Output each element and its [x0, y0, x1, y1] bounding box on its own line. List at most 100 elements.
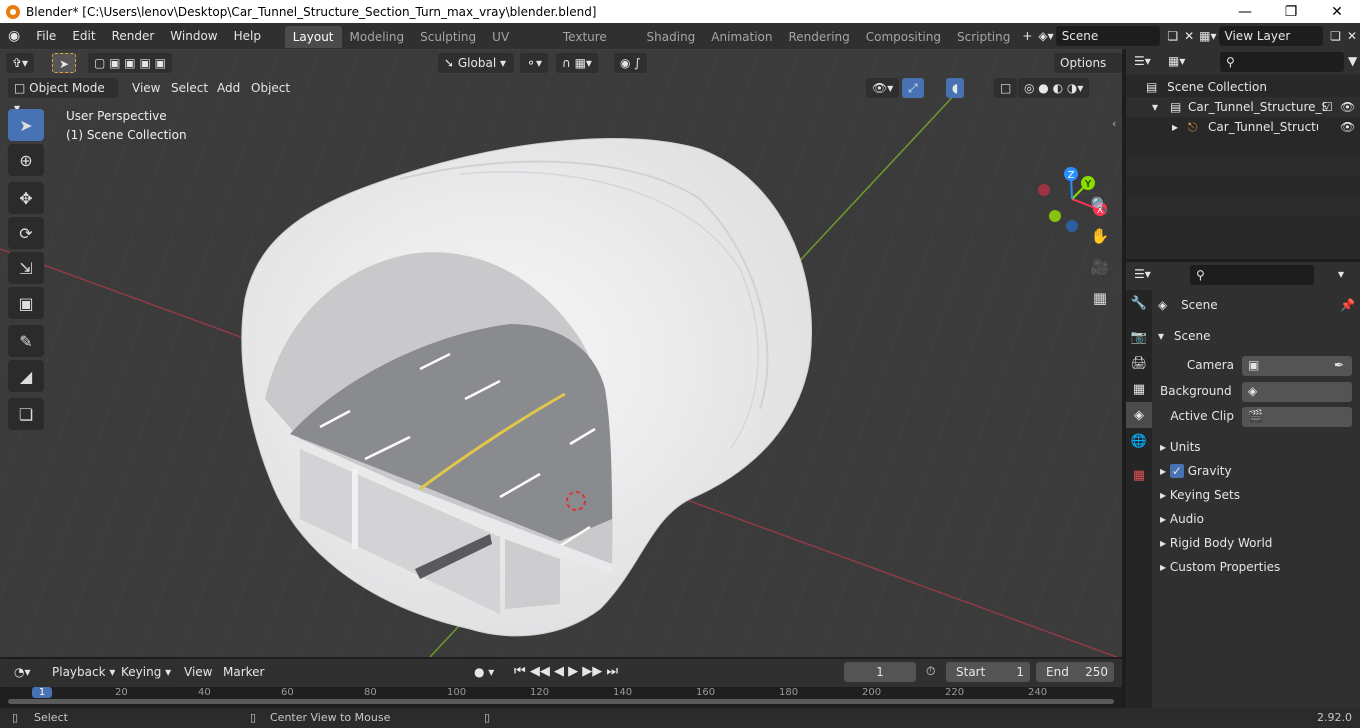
- outliner-row[interactable]: ▸ ⎋ Car_Tunnel_Structure 👁: [1126, 117, 1360, 137]
- add-workspace-icon[interactable]: +: [1018, 23, 1036, 49]
- viewlayer-icon[interactable]: ▦▾: [1197, 23, 1218, 49]
- frame-ruler[interactable]: 20 40 60 80 100 120 140 160 180 200 220 240 1: [0, 687, 1122, 708]
- tab-scripting[interactable]: Scripting: [949, 26, 1018, 48]
- properties-editor-icon[interactable]: ☰▾: [1134, 267, 1151, 281]
- scene-panel-header[interactable]: ▾ Scene: [1158, 325, 1210, 347]
- sidebar-toggle-icon[interactable]: ‹: [1112, 117, 1116, 130]
- shading-modes-icons[interactable]: ◎ ● ◐ ◑▾: [1018, 78, 1090, 98]
- snap-icon[interactable]: ∩ ▦▾: [556, 53, 598, 73]
- pan-hand-icon[interactable]: ✋: [1086, 222, 1114, 250]
- timeline-view-menu[interactable]: View: [184, 662, 212, 682]
- blender-menu-icon[interactable]: ◉: [0, 23, 28, 49]
- options-dropdown[interactable]: Options ▾: [1054, 53, 1122, 90]
- move-tool-icon[interactable]: ✥: [8, 182, 44, 214]
- tab-compositing[interactable]: Compositing: [858, 26, 949, 48]
- delete-scene-icon[interactable]: ✕: [1181, 23, 1197, 49]
- menu-edit[interactable]: Edit: [64, 23, 103, 49]
- tab-rendering[interactable]: Rendering: [780, 26, 857, 48]
- pivot-icon[interactable]: ⚬▾: [520, 53, 549, 73]
- playback-menu[interactable]: Playback ▾: [46, 662, 122, 682]
- eyedropper-icon[interactable]: ✒: [1334, 358, 1344, 372]
- outliner-search-input[interactable]: ⚲: [1220, 52, 1344, 72]
- cursor-tool-icon[interactable]: ⊕: [8, 144, 44, 176]
- timer-icon[interactable]: ⏱: [926, 664, 935, 679]
- ortho-grid-icon[interactable]: ▦: [1086, 284, 1114, 312]
- menu-render[interactable]: Render: [104, 23, 163, 49]
- overlay-toggle-icon[interactable]: ◖: [946, 78, 965, 98]
- scale-tool-icon[interactable]: ⇲: [8, 252, 44, 284]
- menu-window[interactable]: Window: [162, 23, 225, 49]
- timeline-editor-icon[interactable]: ◔▾: [8, 662, 37, 682]
- tab-texture-paint[interactable]: Texture Paint: [555, 26, 639, 66]
- viewport-menu-object[interactable]: Object: [251, 78, 290, 98]
- background-scene-field[interactable]: ◈: [1242, 382, 1352, 402]
- eye-icon[interactable]: 👁: [1340, 117, 1355, 137]
- outliner-row[interactable]: ▾ ▤ Car_Tunnel_Structure_Se ☑ 👁: [1126, 97, 1360, 117]
- select-box-icon[interactable]: ➤: [8, 109, 44, 141]
- current-frame-field[interactable]: 1: [844, 662, 916, 682]
- end-frame-field[interactable]: End 250: [1036, 662, 1114, 682]
- selection-mode-icons[interactable]: ▢ ▣ ▣ ▣ ▣: [88, 53, 172, 73]
- viewlayer-name-field[interactable]: View Layer: [1218, 26, 1324, 46]
- annotate-tool-icon[interactable]: ✎: [8, 325, 44, 357]
- gravity-checkbox-icon[interactable]: ✓: [1169, 464, 1184, 478]
- tab-layout[interactable]: Layout: [284, 26, 342, 48]
- editor-type-icon[interactable]: ✞▾: [6, 53, 35, 73]
- display-mode-icon[interactable]: ▦▾: [1168, 54, 1185, 68]
- new-viewlayer-icon[interactable]: ❏: [1327, 23, 1344, 49]
- playhead[interactable]: 1: [32, 687, 52, 698]
- record-icon[interactable]: ● ▾: [468, 662, 501, 682]
- expand-arrow-icon[interactable]: ▸: [1172, 117, 1178, 137]
- visibility-icon[interactable]: 👁▾: [866, 78, 900, 98]
- select-tool-icon[interactable]: ➤: [52, 53, 77, 73]
- gizmo-toggle-icon[interactable]: ⤢: [902, 78, 924, 98]
- keying-menu[interactable]: Keying ▾: [115, 662, 178, 682]
- measure-tool-icon[interactable]: ◢: [8, 360, 44, 392]
- viewport-menu-view[interactable]: View: [132, 78, 160, 98]
- properties-search-input[interactable]: ⚲: [1190, 265, 1314, 285]
- new-scene-icon[interactable]: ❏: [1164, 23, 1181, 49]
- pin-icon[interactable]: 📌: [1340, 298, 1355, 312]
- section-rigid-body-world[interactable]: ▸ Rigid Body World: [1160, 532, 1272, 554]
- tool-tab-icon[interactable]: 🔧: [1126, 290, 1152, 316]
- scene-name-field[interactable]: Scene: [1055, 26, 1161, 46]
- viewlayer-tab-icon[interactable]: ▦: [1126, 376, 1152, 402]
- tab-shading[interactable]: Shading: [639, 26, 704, 48]
- timeline-scrollbar[interactable]: [8, 699, 1114, 704]
- zoom-icon[interactable]: 🔍: [1086, 191, 1114, 219]
- start-frame-field[interactable]: Start 1: [946, 662, 1030, 682]
- tab-sculpting[interactable]: Sculpting: [412, 26, 484, 48]
- camera-view-icon[interactable]: 🎥: [1086, 253, 1114, 281]
- properties-options-icon[interactable]: ▾: [1338, 267, 1344, 281]
- playback-controls-icons[interactable]: ⏮ ◀◀ ◀ ▶ ▶▶ ⏭: [514, 662, 618, 682]
- section-units[interactable]: ▸ Units: [1160, 436, 1201, 458]
- outliner-root-row[interactable]: ▤ Scene Collection: [1146, 77, 1267, 97]
- output-tab-icon[interactable]: 🖨: [1126, 350, 1152, 376]
- menu-file[interactable]: File: [28, 23, 64, 49]
- checkbox-icon[interactable]: ☑: [1322, 97, 1333, 117]
- texture-tab-icon[interactable]: ▦: [1126, 462, 1152, 488]
- tab-uv-editing[interactable]: UV Editing: [484, 26, 555, 66]
- transform-orientation-dropdown[interactable]: ➘ Global ▾: [438, 53, 514, 73]
- active-clip-field[interactable]: 🎬: [1242, 407, 1352, 427]
- section-gravity[interactable]: ▸ ✓ Gravity: [1160, 460, 1232, 482]
- transform-tool-icon[interactable]: ▣: [8, 287, 44, 319]
- xray-icon[interactable]: □: [994, 78, 1018, 98]
- viewport-menu-select[interactable]: Select: [171, 78, 208, 98]
- add-cube-icon[interactable]: ❏: [8, 398, 44, 430]
- timeline-marker-menu[interactable]: Marker: [223, 662, 264, 682]
- tab-animation[interactable]: Animation: [703, 26, 780, 48]
- maximize-icon[interactable]: ❐: [1268, 4, 1314, 20]
- outliner-editor-icon[interactable]: ☰▾: [1134, 54, 1151, 68]
- camera-field[interactable]: ▣ ✒: [1242, 356, 1352, 376]
- section-keying-sets[interactable]: ▸ Keying Sets: [1160, 484, 1240, 506]
- rotate-tool-icon[interactable]: ⟳: [8, 217, 44, 249]
- 3d-viewport[interactable]: X Y Z ✞▾ ➤ ▢ ▣ ▣ ▣ ▣ ➘ Global ▾ ⚬▾ ∩ ▦▾ …: [0, 49, 1122, 657]
- minimize-icon[interactable]: —: [1222, 4, 1268, 20]
- scene-selector-icon[interactable]: ◈▾: [1036, 23, 1055, 49]
- eye-icon[interactable]: 👁: [1340, 97, 1355, 117]
- section-custom-properties[interactable]: ▸ Custom Properties: [1160, 556, 1280, 578]
- menu-help[interactable]: Help: [226, 23, 269, 49]
- scene-tab-icon[interactable]: ◈: [1126, 402, 1152, 428]
- mode-dropdown[interactable]: □ Object Mode ▾: [8, 78, 118, 115]
